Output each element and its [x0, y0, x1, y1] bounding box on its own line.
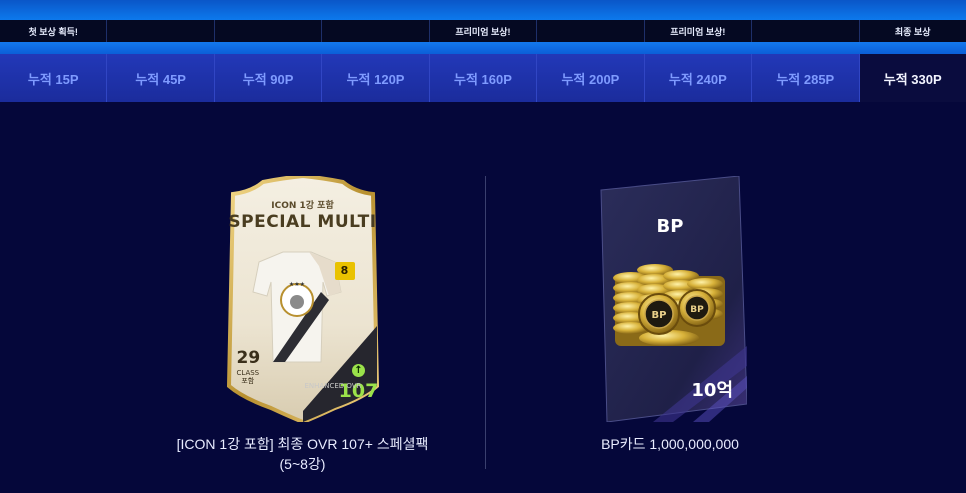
svg-text:★★★: ★★★ [288, 281, 304, 288]
svg-text:BP: BP [652, 310, 667, 321]
class-label: CLASS 포함 [237, 369, 260, 385]
ovr-label: ENHANCED OVR [304, 382, 362, 390]
reward-bp-card: BP BP BP 10억 BP카드 1,000,000,000 [520, 175, 820, 454]
class-sub-text: 포함 [241, 377, 255, 385]
reward-badge-row: 첫 보상 획득! 프리미엄 보상! 프리미엄 보상! 최종 보상 [0, 20, 966, 42]
caption-line-1: [ICON 1강 포함] 최종 OVR 107+ 스페셜팩 [176, 436, 429, 452]
badge-cell: 프리미엄 보상! [429, 20, 538, 42]
bp-card[interactable]: BP BP BP 10억 [593, 175, 748, 423]
tab-90p[interactable]: 누적 90P [214, 54, 323, 102]
svg-text:BP: BP [690, 305, 704, 315]
badge-cell [537, 20, 645, 42]
tab-285p[interactable]: 누적 285P [752, 54, 860, 102]
reward-caption: [ICON 1강 포함] 최종 OVR 107+ 스페셜팩 (5~8강) [130, 434, 475, 474]
shirt-number: 8 [334, 262, 355, 280]
badge-cell: 프리미엄 보상! [644, 20, 753, 42]
special-multi-card[interactable]: ★★★ ICON 1강 포함 SPECIAL MULTI 8 29 CLASS … [223, 176, 383, 422]
reward-caption: BP카드 1,000,000,000 [601, 436, 739, 452]
tab-160p[interactable]: 누적 160P [429, 54, 538, 102]
milestone-tabs: 누적 15P 누적 45P 누적 90P 누적 120P 누적 160P 누적 … [0, 54, 966, 102]
badge-cell [214, 20, 323, 42]
badge-cell [322, 20, 430, 42]
ovr-value: ↑107 [335, 358, 383, 402]
badge-cell [107, 20, 215, 42]
bp-card-amount: 10억 [691, 380, 733, 401]
tab-45p[interactable]: 누적 45P [107, 54, 215, 102]
card-icon-label: ICON 1강 포함 [271, 201, 334, 211]
tab-120p[interactable]: 누적 120P [322, 54, 430, 102]
card-title: SPECIAL MULTI [228, 212, 377, 232]
reward-content: ★★★ ICON 1강 포함 SPECIAL MULTI 8 29 CLASS … [0, 102, 966, 493]
up-arrow-icon: ↑ [352, 364, 365, 377]
tab-15p[interactable]: 누적 15P [0, 54, 108, 102]
reward-special-pack: ★★★ ICON 1강 포함 SPECIAL MULTI 8 29 CLASS … [130, 176, 475, 474]
badge-cell [752, 20, 860, 42]
badge-cell: 최종 보상 [859, 20, 966, 42]
class-value: 29 [236, 348, 261, 368]
tab-240p[interactable]: 누적 240P [644, 54, 753, 102]
divider [485, 176, 486, 469]
bp-card-label: BP [656, 216, 684, 237]
badge-cell: 첫 보상 획득! [0, 20, 108, 42]
tab-330p[interactable]: 누적 330P [859, 54, 966, 102]
tab-200p[interactable]: 누적 200P [537, 54, 645, 102]
class-label-text: CLASS [236, 369, 260, 377]
caption-line-2: (5~8강) [279, 456, 326, 472]
